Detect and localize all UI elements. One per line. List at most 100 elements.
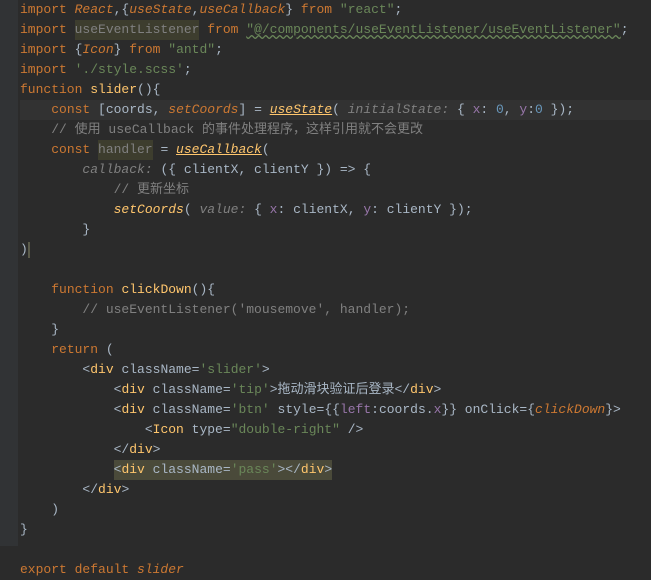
token: ; [395, 0, 403, 20]
token: ( [332, 100, 348, 120]
code-line[interactable]: import {Icon} from "antd"; [20, 40, 651, 60]
token: { [246, 200, 269, 220]
gutter-line [0, 500, 18, 520]
token: : clientY }); [371, 200, 472, 220]
code-line[interactable]: // 更新坐标 [20, 180, 651, 200]
token: 0 [496, 100, 504, 120]
token: : [527, 100, 535, 120]
code-line[interactable]: </div> [20, 440, 651, 460]
token: { [75, 40, 83, 60]
token: } [20, 520, 28, 540]
token: div [129, 440, 152, 460]
token: import [20, 0, 75, 20]
code-line[interactable]: setCoords( value: { x: clientX, y: clien… [20, 200, 651, 220]
code-line[interactable]: <div className='btn' style={{left:coords… [20, 400, 651, 420]
token: = [223, 380, 231, 400]
token: = [192, 360, 200, 380]
token: x [434, 400, 442, 420]
gutter [0, 0, 18, 546]
token: } [82, 220, 90, 240]
gutter-line [0, 460, 18, 480]
token: > [262, 360, 270, 380]
token: :coords. [371, 400, 433, 420]
code-area[interactable]: import React,{useState,useCallback} from… [18, 0, 651, 546]
code-line[interactable]: } [20, 520, 651, 540]
token: </ [82, 480, 98, 500]
gutter-line [0, 320, 18, 340]
code-line[interactable]: callback: ({ clientX, clientY }) => { [20, 160, 651, 180]
token: } [51, 320, 59, 340]
code-editor[interactable]: import React,{useState,useCallback} from… [0, 0, 651, 546]
code-line[interactable] [20, 540, 651, 560]
token: </ [114, 440, 130, 460]
gutter-line [0, 60, 18, 80]
code-line[interactable]: export default slider [20, 560, 651, 580]
token: className [121, 360, 191, 380]
token: left [340, 400, 371, 420]
code-line[interactable]: // 使用 useCallback 的事件处理程序，这样引用就不会更改 [20, 120, 651, 140]
code-line[interactable]: <Icon type="double-right" /> [20, 420, 651, 440]
code-line[interactable]: import React,{useState,useCallback} from… [20, 0, 651, 20]
code-line[interactable]: import useEventListener from "@/componen… [20, 20, 651, 40]
token: useCallback [176, 140, 262, 160]
token: useEventListener [75, 20, 200, 40]
code-line[interactable]: </div> [20, 480, 651, 500]
token: className [153, 400, 223, 420]
code-line[interactable]: return ( [20, 340, 651, 360]
token: div [121, 400, 152, 420]
token: import [20, 60, 75, 80]
code-line[interactable]: } [20, 220, 651, 240]
code-line[interactable]: <div className='pass'></div> [20, 460, 651, 480]
gutter-line [0, 160, 18, 180]
code-line[interactable]: <div className='slider'> [20, 360, 651, 380]
token: function [20, 80, 90, 100]
token: } [285, 0, 301, 20]
token: }); [543, 100, 574, 120]
token: , [153, 100, 169, 120]
code-line[interactable]: function clickDown(){ [20, 280, 651, 300]
code-line[interactable]: const handler = useCallback( [20, 140, 651, 160]
token: useState [270, 100, 332, 120]
code-line[interactable]: import './style.scss'; [20, 60, 651, 80]
token: coords [106, 100, 153, 120]
code-line[interactable]: function slider(){ [20, 80, 651, 100]
token: function [51, 280, 121, 300]
token: ] = [238, 100, 269, 120]
token: div [301, 460, 324, 480]
token: className [153, 380, 223, 400]
code-line[interactable]: <div className='tip'>拖动滑块验证后登录</div> [20, 380, 651, 400]
token: > [121, 480, 129, 500]
token: handler [98, 140, 153, 160]
gutter-line [0, 360, 18, 380]
token: // useEventListener('mousemove', handler… [82, 300, 410, 320]
code-line[interactable] [20, 260, 651, 280]
token: >拖动滑块验证后登录</ [270, 380, 410, 400]
token: ={ [519, 400, 535, 420]
gutter-line [0, 180, 18, 200]
code-line[interactable]: // useEventListener('mousemove', handler… [20, 300, 651, 320]
token: Icon [153, 420, 192, 440]
gutter-line [0, 100, 18, 120]
token: slider [90, 80, 137, 100]
code-line[interactable]: } [20, 320, 651, 340]
code-line[interactable]: ) [20, 240, 651, 260]
token: export default [20, 560, 137, 580]
gutter-line [0, 440, 18, 460]
token: return [51, 340, 106, 360]
token: > [153, 440, 161, 460]
token: ( [184, 200, 200, 220]
token: onClick [465, 400, 520, 420]
token: const [51, 140, 98, 160]
code-line[interactable]: ) [20, 500, 651, 520]
token: ></ [278, 460, 301, 480]
gutter-line [0, 400, 18, 420]
token: useState [129, 0, 191, 20]
gutter-line [0, 520, 18, 540]
token: ) [20, 240, 28, 260]
token: "@/components/useEventListener/useEventL… [246, 20, 620, 40]
gutter-line [0, 480, 18, 500]
token: './style.scss' [75, 60, 184, 80]
code-line[interactable]: const [coords, setCoords] = useState( in… [20, 100, 651, 120]
gutter-line [0, 380, 18, 400]
token: = [223, 420, 231, 440]
